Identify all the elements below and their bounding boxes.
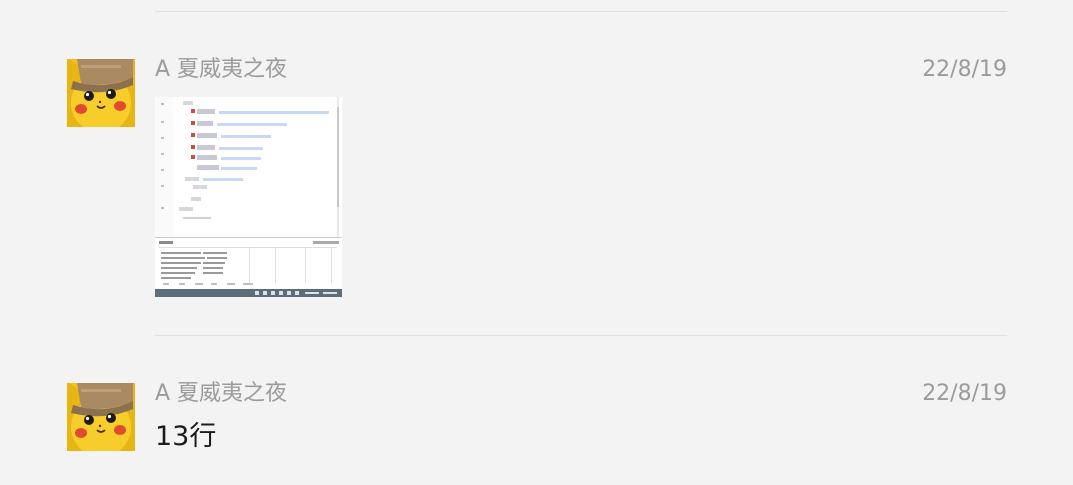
message-timestamp: 22/8/19 (922, 381, 1007, 406)
divider-middle (155, 335, 1007, 336)
screenshot-thumbnail-icon (155, 97, 342, 297)
avatar[interactable] (67, 59, 135, 127)
divider-top (155, 11, 1007, 12)
pikachu-detective-avatar-icon (67, 59, 135, 127)
image-attachment[interactable] (155, 97, 342, 297)
pikachu-detective-avatar-icon (67, 383, 135, 451)
message-text[interactable]: 13行 (155, 419, 216, 455)
sender-name: A 夏威夷之夜 (155, 57, 288, 82)
avatar[interactable] (67, 383, 135, 451)
message-timestamp: 22/8/19 (922, 57, 1007, 82)
sender-name: A 夏威夷之夜 (155, 381, 288, 406)
